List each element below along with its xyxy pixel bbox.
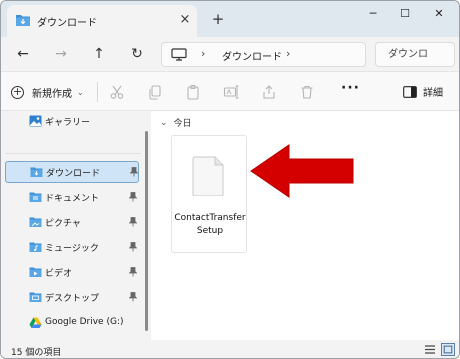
sidebar-item-label: Google Drive (G:) bbox=[45, 317, 124, 327]
tab-downloads[interactable]: ダウンロード × bbox=[7, 5, 197, 37]
new-button[interactable]: + 新規作成 ⌄ bbox=[11, 81, 84, 103]
delete-icon[interactable] bbox=[299, 84, 315, 100]
file-icon bbox=[192, 156, 224, 196]
maximize-button[interactable]: ☐ bbox=[391, 4, 419, 24]
download-folder-icon bbox=[16, 15, 30, 26]
sidebar-item-music[interactable]: ミュージック bbox=[5, 237, 139, 259]
sidebar-divider bbox=[5, 153, 141, 154]
desktop-folder-icon bbox=[29, 292, 42, 302]
navigation-bar: ← → ↑ ↻ › ダウンロード › bbox=[1, 37, 459, 71]
share-icon[interactable] bbox=[261, 84, 277, 100]
rename-icon[interactable] bbox=[223, 84, 239, 100]
copy-icon[interactable] bbox=[147, 84, 163, 100]
sidebar-item-label: ギャラリー bbox=[45, 118, 91, 128]
sidebar-item-label: ミュージック bbox=[45, 244, 99, 254]
sidebar-scrollbar-thumb[interactable] bbox=[145, 131, 148, 331]
pin-icon[interactable] bbox=[129, 192, 137, 202]
large-icons-view-icon[interactable] bbox=[441, 343, 455, 356]
navigation-pane: ギャラリー ダウンロード ドキュメント ピクチャ ミュージック ビデオ デスクト… bbox=[1, 111, 151, 340]
sidebar-item-label: ビデオ bbox=[45, 269, 73, 279]
new-button-label: 新規作成 bbox=[32, 88, 72, 100]
details-pane-icon bbox=[403, 85, 417, 98]
cut-icon[interactable] bbox=[109, 84, 125, 100]
paste-icon[interactable] bbox=[185, 84, 201, 100]
back-button[interactable]: ← bbox=[11, 42, 35, 66]
sidebar-item-pictures[interactable]: ピクチャ bbox=[5, 212, 139, 234]
command-bar: + 新規作成 ⌄ ··· 詳細 bbox=[1, 71, 459, 111]
search-input[interactable] bbox=[376, 43, 454, 66]
chevron-down-icon: ⌄ bbox=[77, 87, 84, 97]
file-name: ContactTransferSetup bbox=[174, 213, 246, 236]
minimize-button[interactable]: ─ bbox=[359, 4, 387, 24]
chevron-down-icon: ⌄ bbox=[160, 117, 168, 128]
refresh-button[interactable]: ↻ bbox=[125, 42, 149, 66]
new-tab-button[interactable]: + bbox=[209, 10, 227, 28]
pin-icon[interactable] bbox=[130, 167, 138, 177]
red-arrow-icon bbox=[250, 144, 354, 198]
sidebar-item-desktop[interactable]: デスクトップ bbox=[5, 287, 139, 309]
details-pane-label: 詳細 bbox=[423, 88, 443, 99]
documents-folder-icon bbox=[29, 192, 42, 202]
sidebar-item-label: ピクチャ bbox=[45, 219, 81, 229]
tab-title: ダウンロード bbox=[37, 18, 97, 29]
file-item[interactable]: ContactTransferSetup bbox=[171, 135, 247, 253]
videos-folder-icon bbox=[29, 267, 42, 277]
address-bar[interactable]: › ダウンロード › bbox=[161, 42, 366, 67]
pin-icon[interactable] bbox=[129, 267, 137, 277]
status-bar: 15 個の項目 bbox=[1, 340, 459, 358]
sidebar-item-label: デスクトップ bbox=[45, 294, 100, 304]
details-pane-button[interactable]: 詳細 bbox=[403, 84, 443, 99]
chevron-right-icon[interactable]: › bbox=[286, 47, 290, 60]
search-box[interactable] bbox=[375, 42, 455, 67]
pictures-folder-icon bbox=[29, 217, 42, 227]
sidebar-item-label: ダウンロード bbox=[46, 169, 101, 179]
sidebar-item-label: ドキュメント bbox=[45, 194, 100, 204]
more-options-button[interactable]: ··· bbox=[341, 80, 360, 96]
file-explorer-window: ダウンロード × + ─ ☐ ✕ ← → ↑ ↻ › ダウンロード › + 新規… bbox=[0, 0, 460, 359]
up-button[interactable]: ↑ bbox=[87, 42, 111, 66]
file-list-pane: ⌄ 今日 ContactTransferSetup bbox=[151, 111, 459, 340]
close-button[interactable]: ✕ bbox=[425, 4, 453, 24]
computer-icon bbox=[171, 48, 187, 61]
sidebar-item-google-drive[interactable]: Google Drive (G:) bbox=[5, 313, 139, 335]
pin-icon[interactable] bbox=[129, 292, 137, 302]
download-folder-icon bbox=[30, 167, 43, 177]
title-bar: ダウンロード × + ─ ☐ ✕ bbox=[1, 1, 459, 37]
group-header-today[interactable]: ⌄ 今日 bbox=[160, 116, 192, 130]
forward-button[interactable]: → bbox=[49, 42, 73, 66]
item-count: 15 個の項目 bbox=[11, 348, 62, 358]
sidebar-item-downloads[interactable]: ダウンロード bbox=[5, 161, 139, 183]
breadcrumb-downloads[interactable]: ダウンロード bbox=[222, 48, 282, 63]
music-folder-icon bbox=[29, 242, 42, 252]
chevron-right-icon[interactable]: › bbox=[201, 47, 205, 60]
details-view-icon[interactable] bbox=[423, 343, 437, 356]
tab-close-icon[interactable]: × bbox=[177, 12, 193, 28]
pin-icon[interactable] bbox=[129, 217, 137, 227]
sidebar-item-gallery[interactable]: ギャラリー bbox=[5, 111, 139, 133]
group-label: 今日 bbox=[173, 119, 192, 129]
google-drive-icon bbox=[29, 317, 42, 328]
pin-icon[interactable] bbox=[129, 242, 137, 252]
gallery-icon bbox=[29, 115, 42, 127]
sidebar-item-documents[interactable]: ドキュメント bbox=[5, 187, 139, 209]
toolbar-divider bbox=[97, 82, 98, 102]
plus-circle-icon: + bbox=[11, 84, 24, 99]
sidebar-item-videos[interactable]: ビデオ bbox=[5, 262, 139, 284]
